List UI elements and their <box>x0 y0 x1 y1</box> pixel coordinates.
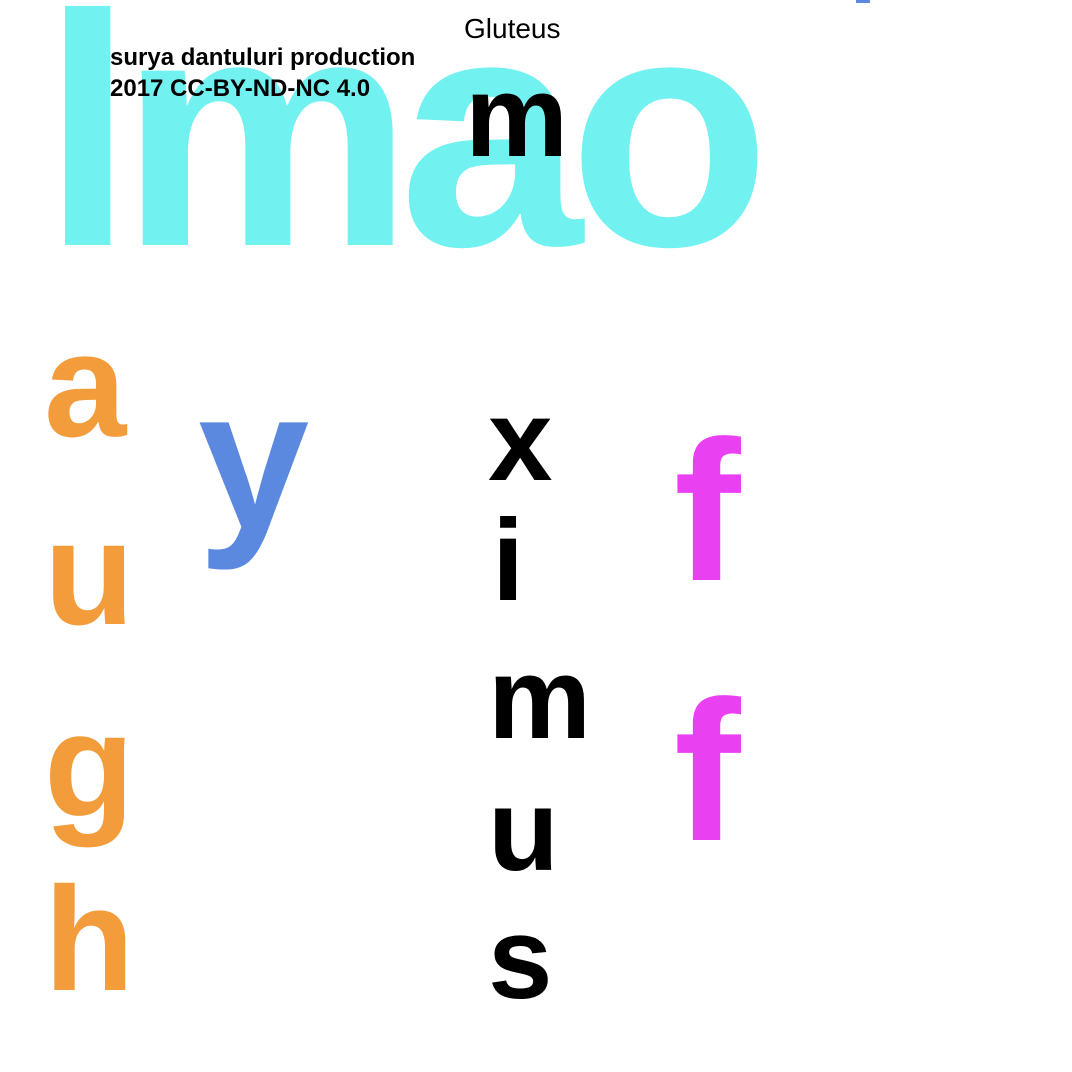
laugh-letter-g: g <box>44 683 135 848</box>
letter-f-upper: f <box>674 400 741 623</box>
poster-canvas: lmao surya dantuluri production 2017 CC-… <box>0 0 1072 1072</box>
laugh-letter-u: u <box>44 491 135 656</box>
maximus-letter-u: u <box>488 765 559 895</box>
credits-line-1: surya dantuluri production <box>110 44 416 71</box>
laugh-letter-a: a <box>44 303 127 468</box>
maximus-letter-m: m <box>488 633 592 763</box>
letter-f-lower: f <box>674 660 741 883</box>
blue-edge-mark <box>856 0 870 3</box>
letter-y: y <box>198 348 310 571</box>
maximus-letter-s: s <box>488 893 553 1023</box>
laugh-letter-h: h <box>44 857 135 1022</box>
credits-line-2: 2017 CC-BY-ND-NC 4.0 <box>110 75 371 102</box>
maximus-letter-x: x <box>488 375 553 505</box>
maximus-letter-i: i <box>492 495 525 625</box>
gluteus-label: Gluteus <box>464 13 561 44</box>
credits: surya dantuluri production 2017 CC-BY-ND… <box>110 42 415 104</box>
maximus-letter-m-top: m <box>465 51 569 181</box>
